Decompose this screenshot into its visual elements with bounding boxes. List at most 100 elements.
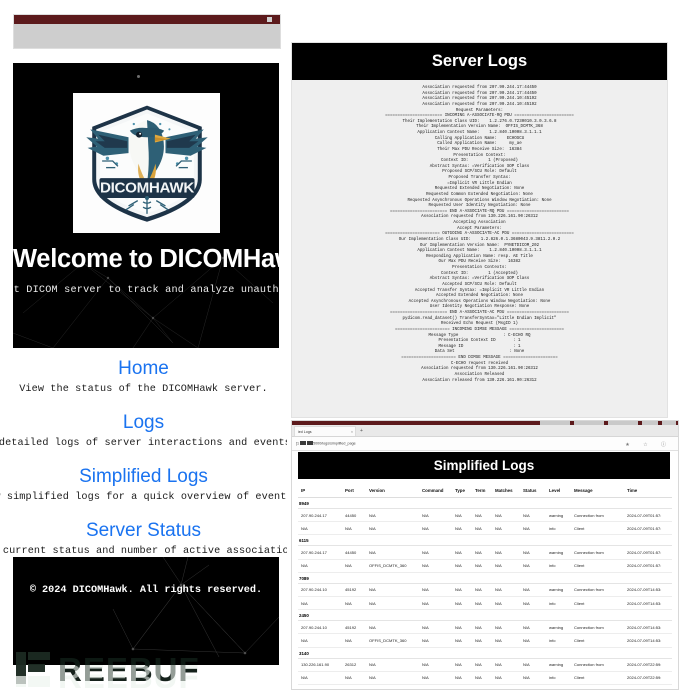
table-row[interactable]: N/A N/A OFFIS_DCMTK_360 N/A N/A N/A N/A N/A info… — [298, 633, 672, 648]
table-cell: N/A — [452, 633, 472, 648]
window-control-dot[interactable] — [267, 17, 272, 22]
table-cell: 2024-07-09T22:59: — [624, 684, 672, 686]
table-cell: N/A — [419, 658, 452, 672]
table-cell: N/A — [520, 508, 546, 523]
table-column-header[interactable]: Level — [546, 484, 571, 498]
new-tab-button[interactable]: + — [360, 428, 363, 434]
nav-item-simplified-logs[interactable]: Simplified Logs iew simplified logs for … — [0, 466, 287, 503]
redacted-host-block — [306, 441, 313, 445]
table-cell: N/A — [342, 521, 366, 536]
table-cell: info — [546, 596, 571, 611]
table-cell: N/A — [419, 545, 452, 560]
nav-link-logs[interactable]: Logs — [0, 412, 287, 434]
table-cell: 207.90.244.10 — [298, 620, 342, 635]
table-cell: N/A — [419, 521, 452, 536]
browser-tab[interactable]: ied Logs × — [294, 426, 356, 436]
table-column-header[interactable]: Port — [342, 484, 366, 498]
table-cell: N/A — [342, 684, 366, 686]
browser-address-bar[interactable]: ]1 5000/logs/simplified_page ★ ☆ ⓘ — [292, 437, 678, 451]
table-column-header[interactable]: Type — [452, 484, 472, 498]
table-cell: N/A — [366, 521, 419, 536]
nav-item-logs[interactable]: Logs ess detailed logs of server interac… — [0, 412, 287, 449]
table-cell: N/A — [366, 545, 419, 560]
table-cell: info — [546, 521, 571, 536]
table-cell: 207.90.244.17 — [298, 508, 342, 523]
table-cell: warning — [546, 508, 571, 523]
table-row[interactable]: 207.90.244.10 45192 N/A N/A N/A N/A N/A N/A warn… — [298, 583, 672, 597]
browser-tab-strip: ied Logs × + — [292, 425, 678, 437]
table-cell: N/A — [472, 508, 492, 523]
url-value: 5000/logs/simplified_page — [313, 441, 356, 446]
table-cell: N/A — [419, 620, 452, 635]
table-row[interactable]: N/AN/AN/AC-ECHON/AN/AN/AN/AinfoReceived2… — [298, 684, 672, 686]
table-cell: 45192 — [342, 620, 366, 635]
table-cell: 2024-07-09T22:59: — [624, 658, 672, 672]
table-cell: Client — [571, 559, 624, 573]
simplified-logs-table-wrap[interactable]: IP Port Version Command Type Term Matches Statu… — [298, 484, 672, 686]
browser-toolbar[interactable] — [14, 24, 280, 48]
simplified-logs-title: Simplified Logs — [433, 458, 535, 473]
hawk-shield-logo-icon: DICOMHAWK — [85, 105, 208, 222]
table-column-header[interactable]: Time — [624, 484, 672, 498]
nav-item-server-status[interactable]: Server Status the current status and num… — [0, 520, 287, 557]
table-column-header[interactable]: Matches — [492, 484, 520, 498]
freebuf-watermark: REEBUF REEBUF — [16, 651, 199, 688]
table-cell: N/A — [472, 620, 492, 635]
table-cell: N/A — [492, 545, 520, 560]
table-cell: N/A — [492, 559, 520, 573]
table-cell: N/A — [492, 684, 520, 686]
table-header-row: IP Port Version Command Type Term Matches Statu… — [298, 484, 672, 498]
table-cell: Connection from — [571, 508, 624, 523]
table-column-header[interactable]: Version — [366, 484, 419, 498]
table-cell: N/A — [366, 671, 419, 685]
table-column-header[interactable]: Message — [571, 484, 624, 498]
server-logs-body[interactable]: Association requested from 207.90.244.17… — [292, 82, 667, 406]
table-cell: N/A — [520, 620, 546, 635]
nav-link-home[interactable]: Home — [0, 358, 287, 380]
table-group-row: 8949 — [298, 497, 672, 509]
table-cell: N/A — [298, 521, 342, 536]
screenshot-root: DICOMHAWK Welcome to DICOMHawk pot DICOM… — [0, 0, 690, 690]
table-row[interactable]: 130.226.161.90 26312 N/A N/A N/A N/A N/A N/A war… — [298, 658, 672, 672]
nav-item-home[interactable]: Home View the status of the DICOMHawk se… — [0, 358, 287, 395]
nav-link-server-status[interactable]: Server Status — [0, 520, 287, 542]
table-column-header[interactable]: Command — [419, 484, 452, 498]
table-cell: N/A — [472, 583, 492, 597]
table-row[interactable]: 207.90.244.17 44450 N/A N/A N/A N/A N/A N/A warn… — [298, 545, 672, 560]
table-cell: 2024-07-09T01:57: — [624, 521, 672, 536]
table-row[interactable]: N/A N/A OFFIS_DCMTK_360 N/A N/A N/A N/A N/A info… — [298, 559, 672, 573]
table-cell: N/A — [520, 583, 546, 597]
table-column-header[interactable]: Status — [520, 484, 546, 498]
table-row[interactable]: 207.90.244.10 45192 N/A N/A N/A N/A N/A N/A warn… — [298, 620, 672, 635]
address-bar-icons[interactable]: ★ ☆ ⓘ — [625, 441, 672, 448]
server-logs-header: Server Logs — [292, 43, 667, 80]
table-cell: N/A — [342, 671, 366, 685]
table-header: IP Port Version Command Type Term Matches Statu… — [298, 484, 672, 498]
table-cell: info — [546, 559, 571, 573]
table-cell: Client — [571, 596, 624, 611]
table-column-header[interactable]: Term — [472, 484, 492, 498]
table-cell: N/A — [419, 583, 452, 597]
table-cell: 2024-07-09T14:53: — [624, 583, 672, 597]
table-row[interactable]: N/A N/A N/A N/A N/A N/A N/A N/A info Client 2024-0… — [298, 596, 672, 611]
page-title: Welcome to DICOMHawk — [13, 245, 279, 273]
table-cell: OFFIS_DCMTK_360 — [366, 633, 419, 648]
close-icon[interactable]: × — [351, 430, 353, 434]
table-cell: N/A — [472, 671, 492, 685]
table-cell: N/A — [298, 633, 342, 648]
table-cell: Client — [571, 633, 624, 648]
nav-link-simplified-logs[interactable]: Simplified Logs — [0, 466, 287, 488]
table-row[interactable]: 207.90.244.17 44450 N/A N/A N/A N/A N/A N/A warn… — [298, 508, 672, 523]
url-text[interactable]: ]1 5000/logs/simplified_page — [296, 441, 356, 445]
table-column-header[interactable]: IP — [298, 484, 342, 498]
table-cell: N/A — [520, 521, 546, 536]
nav-desc-home: View the status of the DICOMHawk server. — [19, 384, 268, 395]
table-cell: N/A — [419, 559, 452, 573]
table-cell: 2024-07-09T22:59: — [624, 671, 672, 685]
table-cell: N/A — [366, 583, 419, 597]
table-cell: OFFIS_DCMTK_360 — [366, 559, 419, 573]
table-row[interactable]: N/A N/A N/A N/A N/A N/A N/A N/A info Client 2024-0… — [298, 671, 672, 685]
table-cell: Connection from — [571, 658, 624, 672]
table-cell: N/A — [298, 596, 342, 611]
table-row[interactable]: N/A N/A N/A N/A N/A N/A N/A N/A info Client 2024-0… — [298, 521, 672, 536]
